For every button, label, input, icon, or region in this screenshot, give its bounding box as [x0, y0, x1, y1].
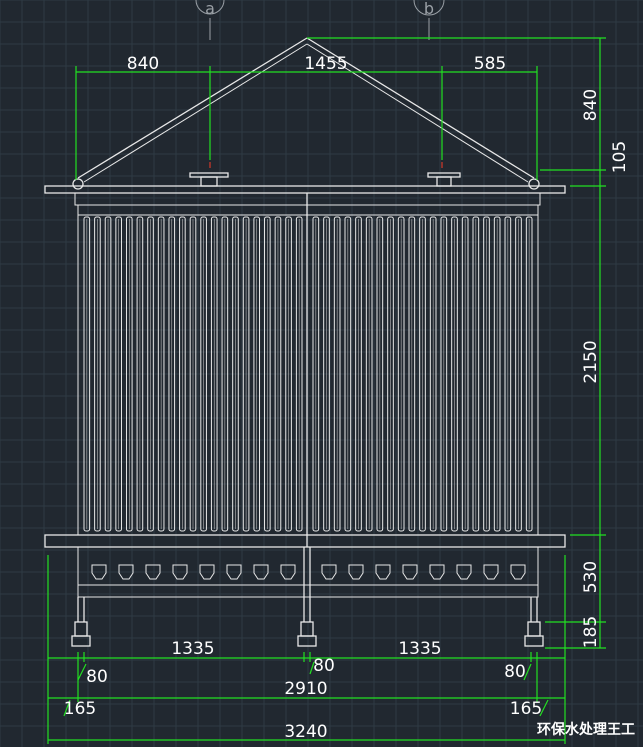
dim-bottom-1335-right: 1335	[398, 639, 441, 659]
bottom-header	[44, 534, 566, 598]
dim-bottom-165-right: 165	[510, 699, 542, 719]
dim-top-840: 840	[127, 54, 159, 74]
dim-bottom-3240: 3240	[284, 722, 327, 742]
drawing-canvas: a b 840 1455 585 840 105 2150 530 185 13…	[0, 0, 643, 747]
dim-bottom-2910: 2910	[284, 679, 327, 699]
dim-right-2150: 2150	[581, 340, 601, 383]
dim-top-585: 585	[474, 54, 506, 74]
dimension-labels: 840 1455 585 840 105 2150 530 185 1335 1…	[64, 54, 630, 742]
dim-top-1455: 1455	[304, 54, 347, 74]
dim-right-185: 185	[581, 616, 601, 648]
dim-bottom-1335-left: 1335	[171, 639, 214, 659]
dim-bottom-80-left: 80	[86, 667, 108, 687]
watermark: 环保水处理王工	[537, 722, 635, 738]
axis-label-a: a	[205, 0, 215, 18]
dim-bottom-165-left: 165	[64, 699, 96, 719]
top-header	[44, 172, 566, 216]
dim-right-530: 530	[581, 561, 601, 593]
dim-right-840: 840	[581, 89, 601, 121]
dim-bottom-80-right: 80	[504, 662, 526, 682]
cad-drawing: a b 840 1455 585 840 105 2150 530 185 13…	[0, 0, 643, 747]
dim-bottom-80-middle: 80	[313, 656, 335, 676]
background-grid	[0, 0, 643, 747]
dim-right-105: 105	[610, 141, 630, 173]
axis-label-b: b	[424, 0, 434, 18]
